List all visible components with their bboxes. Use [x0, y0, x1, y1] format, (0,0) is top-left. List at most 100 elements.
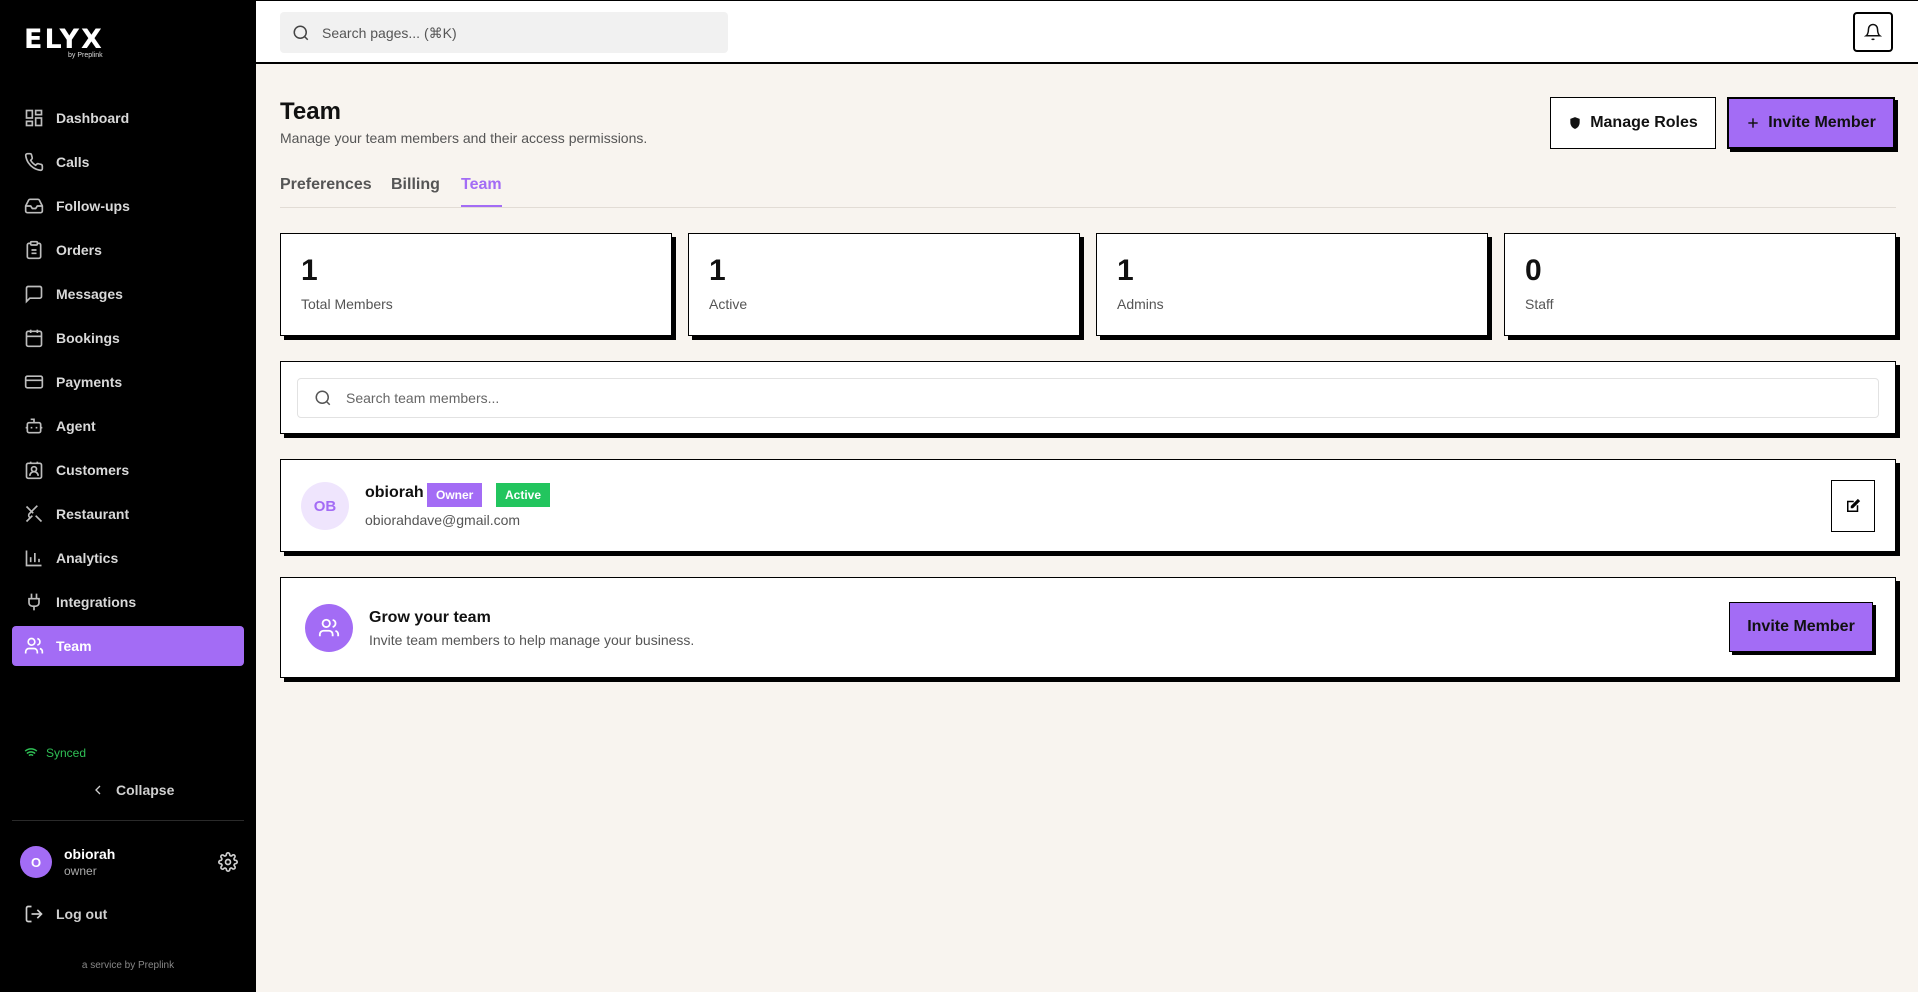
phone-icon: [24, 152, 44, 172]
sidebar-item-team[interactable]: Team: [12, 626, 244, 666]
collapse-button[interactable]: Collapse: [90, 782, 174, 798]
logout-label: Log out: [56, 906, 108, 922]
invite-member-card-button[interactable]: Invite Member: [1729, 602, 1873, 652]
manage-roles-button[interactable]: Manage Roles: [1550, 97, 1716, 149]
bell-icon: [1864, 23, 1882, 41]
shield-icon: [1568, 116, 1582, 130]
sidebar: ELYX by Preplink Dashboard Calls Follow-…: [0, 0, 256, 992]
plug-icon: [24, 592, 44, 612]
sidebar-item-customers[interactable]: Customers: [12, 450, 244, 490]
sync-status-label: Synced: [46, 746, 87, 760]
stat-card-total-members: 1 Total Members: [280, 233, 672, 336]
sync-status: Synced: [24, 746, 86, 760]
page-search[interactable]: [280, 12, 728, 53]
calendar-icon: [24, 328, 44, 348]
topbar: [256, 0, 1918, 64]
sidebar-item-follow-ups[interactable]: Follow-ups: [12, 186, 244, 226]
bot-icon: [24, 416, 44, 436]
search-icon: [314, 389, 332, 407]
users-icon: [318, 617, 340, 639]
sidebar-item-label: Restaurant: [56, 506, 130, 522]
clipboard-icon: [24, 240, 44, 260]
stat-label: Admins: [1117, 296, 1164, 312]
sidebar-nav: Dashboard Calls Follow-ups Orders Messag…: [12, 98, 244, 670]
utensils-icon: [24, 504, 44, 524]
stat-value: 0: [1525, 254, 1542, 287]
manage-roles-label: Manage Roles: [1590, 114, 1698, 131]
bar-chart-icon: [24, 548, 44, 568]
sidebar-item-label: Bookings: [56, 330, 120, 346]
sidebar-item-label: Calls: [56, 154, 90, 170]
stat-value: 1: [301, 254, 318, 287]
wifi-icon: [24, 746, 38, 760]
stat-card-active: 1 Active: [688, 233, 1080, 336]
users-icon: [24, 636, 44, 656]
sidebar-item-calls[interactable]: Calls: [12, 142, 244, 182]
sidebar-item-label: Follow-ups: [56, 198, 130, 214]
sidebar-item-label: Orders: [56, 242, 102, 258]
status-badge: Active: [496, 483, 551, 507]
collapse-label: Collapse: [116, 782, 175, 798]
grow-team-description: Invite team members to help manage your …: [369, 632, 695, 648]
sidebar-item-messages[interactable]: Messages: [12, 274, 244, 314]
invite-member-button[interactable]: Invite Member: [1727, 97, 1895, 149]
tab-billing[interactable]: Billing: [391, 176, 440, 205]
user-name: obiorah: [64, 846, 116, 862]
sidebar-item-integrations[interactable]: Integrations: [12, 582, 244, 622]
sidebar-item-label: Integrations: [56, 594, 137, 610]
table-row: OB obiorah Owner Active obiorahdave@gmai…: [280, 459, 1896, 552]
member-email: obiorahdave@gmail.com: [365, 512, 521, 528]
edit-member-button[interactable]: [1831, 480, 1875, 532]
grow-team-title: Grow your team: [369, 609, 491, 626]
tab-team[interactable]: Team: [461, 176, 502, 207]
chevron-left-icon: [90, 782, 106, 798]
stat-label: Total Members: [301, 296, 393, 312]
sidebar-item-label: Messages: [56, 286, 123, 302]
member-search[interactable]: [297, 378, 1879, 418]
stat-card-admins: 1 Admins: [1096, 233, 1488, 336]
sidebar-divider: [12, 820, 244, 821]
sidebar-item-bookings[interactable]: Bookings: [12, 318, 244, 358]
grow-team-card: Grow your team Invite team members to he…: [280, 577, 1896, 678]
user-profile[interactable]: O obiorah owner: [20, 846, 238, 878]
plus-icon: [1746, 116, 1760, 130]
page-search-input[interactable]: [322, 24, 702, 41]
role-badge: Owner: [427, 483, 483, 507]
sidebar-item-label: Agent: [56, 418, 96, 434]
notifications-button[interactable]: [1853, 12, 1893, 52]
brand-logo[interactable]: ELYX by Preplink: [24, 26, 104, 60]
member-avatar: OB: [301, 482, 349, 530]
sidebar-item-dashboard[interactable]: Dashboard: [12, 98, 244, 138]
sidebar-item-restaurant[interactable]: Restaurant: [12, 494, 244, 534]
member-search-input[interactable]: [346, 390, 1746, 406]
stat-card-staff: 0 Staff: [1504, 233, 1896, 336]
gear-icon[interactable]: [218, 852, 238, 872]
users-badge: [305, 604, 353, 652]
service-credit: a service by Preplink: [81, 960, 175, 971]
credit-card-icon: [24, 372, 44, 392]
logout-button[interactable]: Log out: [24, 904, 107, 924]
sidebar-item-orders[interactable]: Orders: [12, 230, 244, 270]
tab-preferences[interactable]: Preferences: [280, 176, 372, 205]
page-description: Manage your team members and their acces…: [280, 130, 648, 146]
inbox-icon: [24, 196, 44, 216]
contact-icon: [24, 460, 44, 480]
member-search-card: [280, 361, 1896, 434]
sidebar-item-label: Analytics: [56, 550, 119, 566]
message-icon: [24, 284, 44, 304]
member-name: obiorah: [365, 484, 424, 501]
sidebar-item-payments[interactable]: Payments: [12, 362, 244, 402]
dashboard-icon: [24, 108, 44, 128]
sidebar-item-label: Team: [56, 638, 92, 654]
sidebar-item-analytics[interactable]: Analytics: [12, 538, 244, 578]
sidebar-item-label: Dashboard: [56, 110, 130, 126]
user-role: owner: [64, 864, 97, 878]
sidebar-item-agent[interactable]: Agent: [12, 406, 244, 446]
stat-value: 1: [709, 254, 726, 287]
sidebar-item-label: Payments: [56, 374, 123, 390]
brand-tagline: by Preplink: [68, 52, 103, 59]
stat-label: Active: [709, 296, 748, 312]
settings-tabs: Preferences Billing Team: [280, 166, 1896, 208]
edit-icon: [1844, 497, 1862, 515]
stat-value: 1: [1117, 254, 1134, 287]
